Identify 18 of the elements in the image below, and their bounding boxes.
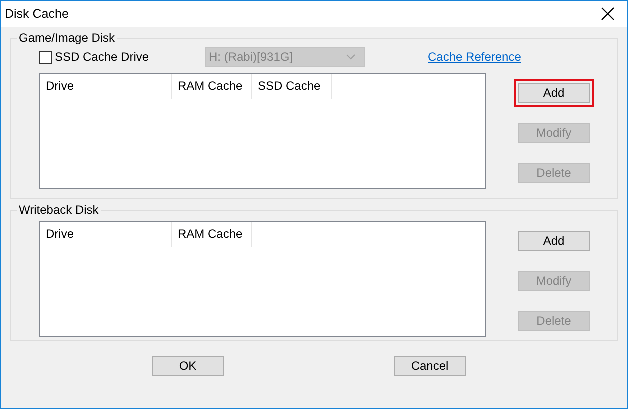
group-title: Game/Image Disk: [18, 31, 116, 45]
column-header[interactable]: RAM Cache: [172, 222, 252, 247]
checkbox[interactable]: [39, 50, 52, 64]
column-header[interactable]: RAM Cache: [172, 74, 252, 99]
chevron-down-icon: [346, 54, 356, 60]
column-header[interactable]: Drive: [40, 222, 172, 247]
column-header[interactable]: Drive: [40, 74, 172, 99]
ssd-checkbox[interactable]: SSD Cache Drive: [39, 50, 205, 64]
cache-reference-link[interactable]: Cache Reference: [428, 50, 522, 64]
action-button[interactable]: Add: [518, 83, 590, 103]
column-header[interactable]: SSD Cache: [252, 74, 332, 99]
action-button[interactable]: Add: [518, 231, 590, 251]
group-title: Writeback Disk: [18, 203, 100, 217]
dialog-button[interactable]: OK: [152, 356, 224, 376]
dialog-button[interactable]: Cancel: [394, 356, 466, 376]
checkbox-label: SSD Cache Drive: [55, 50, 150, 64]
close-icon[interactable]: [601, 7, 615, 21]
window-title: Disk Cache: [5, 7, 69, 21]
